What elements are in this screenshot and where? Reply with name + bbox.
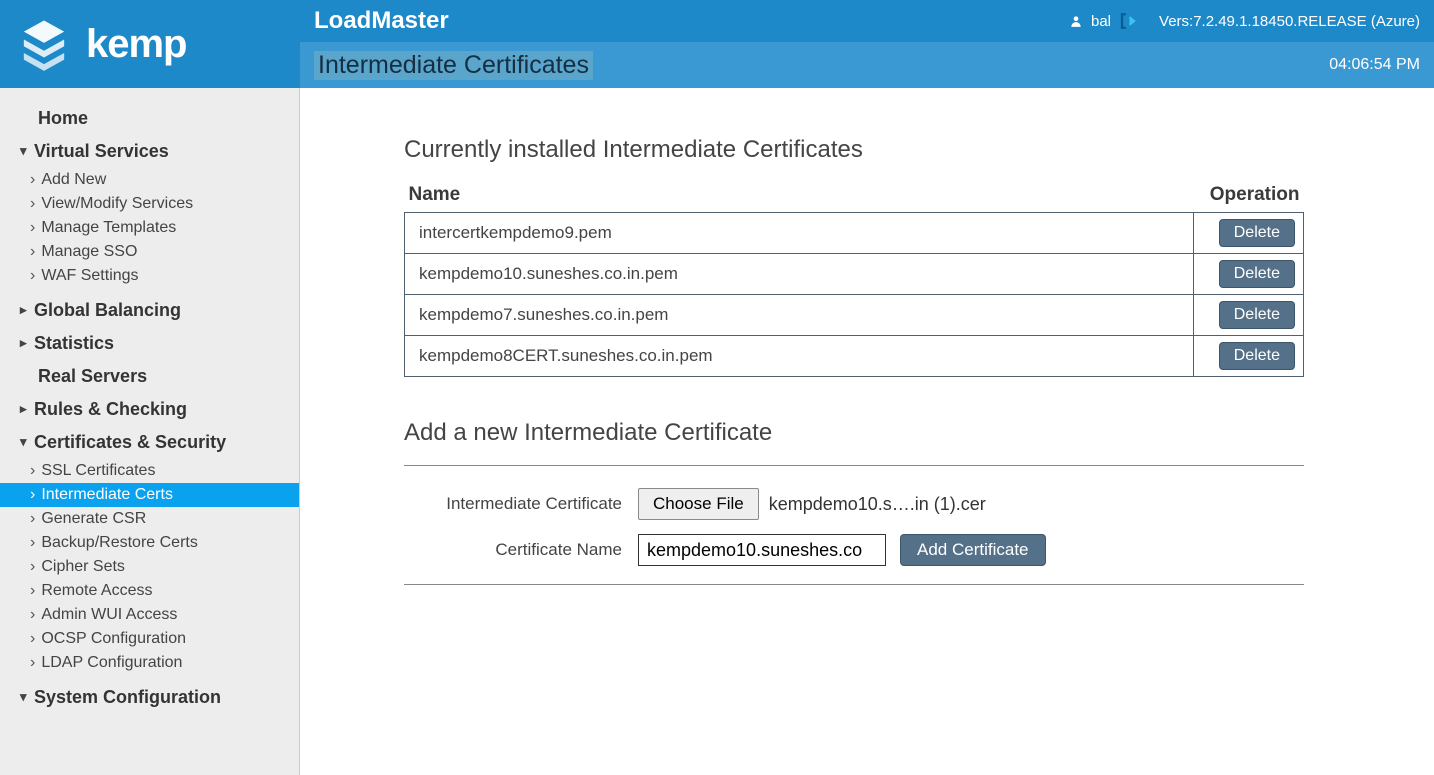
add-certificate-button[interactable]: Add Certificate: [900, 534, 1046, 566]
cert-op-cell: Delete: [1194, 213, 1304, 254]
nav-cs-ssl-certs[interactable]: SSL Certificates: [0, 459, 299, 483]
cert-op-cell: Delete: [1194, 254, 1304, 295]
label-intermediate-cert: Intermediate Certificate: [404, 494, 638, 514]
kemp-logo-icon: [16, 16, 72, 72]
nav-virtual-services[interactable]: Virtual Services: [0, 135, 299, 168]
app-title: LoadMaster: [314, 7, 449, 35]
nav-cs-ocsp[interactable]: OCSP Configuration: [0, 627, 299, 651]
nav-system-config[interactable]: System Configuration: [0, 681, 299, 714]
col-operation: Operation: [1194, 180, 1304, 213]
user-icon: [1069, 14, 1083, 28]
nav-cs-cipher-sets[interactable]: Cipher Sets: [0, 555, 299, 579]
nav-certs-security[interactable]: Certificates & Security: [0, 426, 299, 459]
choose-file-button[interactable]: Choose File: [638, 488, 759, 520]
delete-button[interactable]: Delete: [1219, 219, 1295, 247]
cert-name-input[interactable]: [638, 534, 886, 566]
nav-cs-intermediate-certs[interactable]: Intermediate Certs: [0, 483, 299, 507]
certs-table: Name Operation intercertkempdemo9.pem Del…: [404, 180, 1304, 377]
cert-name-cell: intercertkempdemo9.pem: [405, 213, 1194, 254]
table-row: intercertkempdemo9.pem Delete: [405, 213, 1304, 254]
cert-name-cell: kempdemo10.suneshes.co.in.pem: [405, 254, 1194, 295]
divider: [404, 584, 1304, 585]
label-cert-name: Certificate Name: [404, 540, 638, 560]
add-cert-heading: Add a new Intermediate Certificate: [404, 419, 1304, 447]
version-text: Vers:7.2.49.1.18450.RELEASE (Azure): [1159, 13, 1420, 30]
content-area: Currently installed Intermediate Certifi…: [300, 88, 1434, 775]
table-row: kempdemo7.suneshes.co.in.pem Delete: [405, 295, 1304, 336]
logout-icon[interactable]: [1119, 12, 1137, 30]
nav-cs-admin-wui[interactable]: Admin WUI Access: [0, 603, 299, 627]
nav-cs-generate-csr[interactable]: Generate CSR: [0, 507, 299, 531]
nav-vs-manage-sso[interactable]: Manage SSO: [0, 240, 299, 264]
brand-name: kemp: [86, 22, 187, 67]
table-row: kempdemo10.suneshes.co.in.pem Delete: [405, 254, 1304, 295]
installed-certs-heading: Currently installed Intermediate Certifi…: [404, 136, 1370, 164]
app-header: kemp LoadMaster bal Vers:7.2.49.1.18450.…: [0, 0, 1434, 88]
nav-cs-backup-restore[interactable]: Backup/Restore Certs: [0, 531, 299, 555]
cert-op-cell: Delete: [1194, 295, 1304, 336]
username: bal: [1091, 13, 1111, 30]
page-title: Intermediate Certificates: [314, 51, 593, 80]
brand-logo: kemp: [0, 0, 300, 88]
clock: 04:06:54 PM: [1329, 56, 1420, 74]
nav-cs-remote-access[interactable]: Remote Access: [0, 579, 299, 603]
nav-rules-checking[interactable]: Rules & Checking: [0, 393, 299, 426]
nav-vs-waf-settings[interactable]: WAF Settings: [0, 264, 299, 288]
chosen-file-name: kempdemo10.s….in (1).cer: [769, 494, 986, 515]
nav-vs-manage-templates[interactable]: Manage Templates: [0, 216, 299, 240]
divider: [404, 465, 1304, 466]
nav-vs-add-new[interactable]: Add New: [0, 168, 299, 192]
nav-statistics[interactable]: Statistics: [0, 327, 299, 360]
cert-name-cell: kempdemo7.suneshes.co.in.pem: [405, 295, 1194, 336]
nav-real-servers[interactable]: Real Servers: [0, 360, 299, 393]
cert-name-cell: kempdemo8CERT.suneshes.co.in.pem: [405, 336, 1194, 377]
nav-global-balancing[interactable]: Global Balancing: [0, 294, 299, 327]
nav-cs-ldap[interactable]: LDAP Configuration: [0, 651, 299, 675]
table-row: kempdemo8CERT.suneshes.co.in.pem Delete: [405, 336, 1304, 377]
col-name: Name: [405, 180, 1194, 213]
cert-op-cell: Delete: [1194, 336, 1304, 377]
sidebar-nav: Home Virtual Services Add New View/Modif…: [0, 88, 299, 775]
delete-button[interactable]: Delete: [1219, 301, 1295, 329]
nav-vs-view-modify[interactable]: View/Modify Services: [0, 192, 299, 216]
nav-home[interactable]: Home: [0, 102, 299, 135]
delete-button[interactable]: Delete: [1219, 260, 1295, 288]
delete-button[interactable]: Delete: [1219, 342, 1295, 370]
